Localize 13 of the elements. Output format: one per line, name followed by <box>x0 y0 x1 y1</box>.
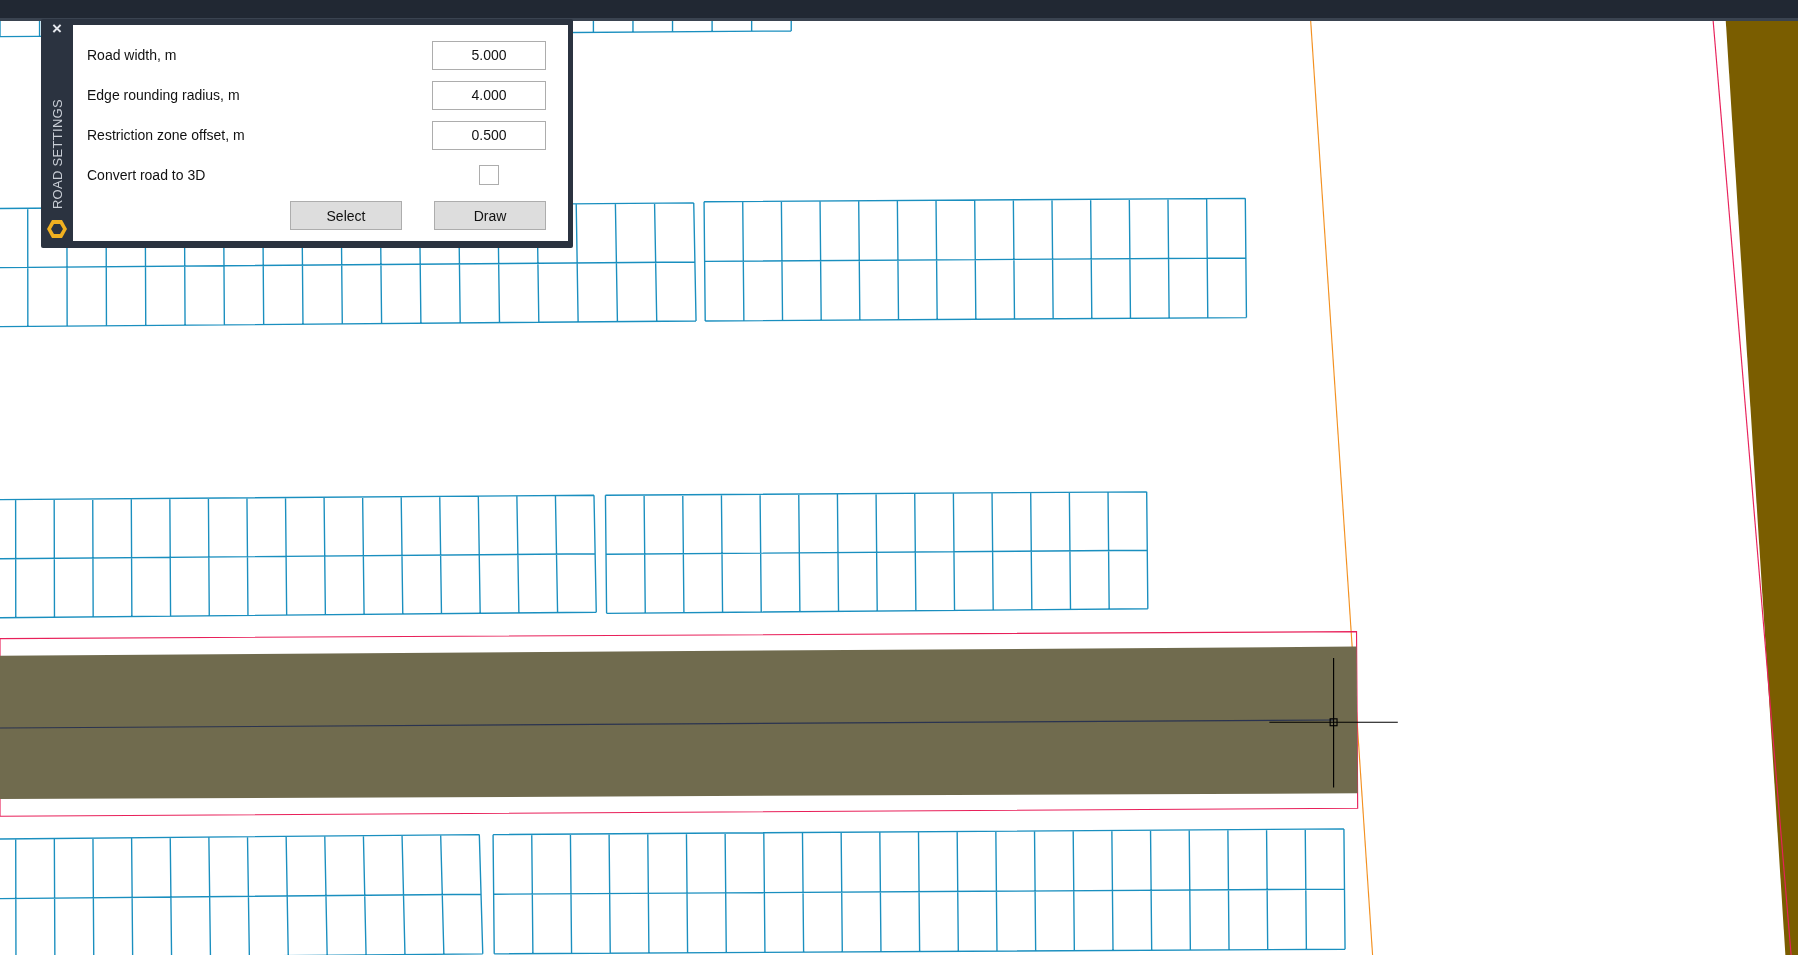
field-label: Road width, m <box>87 47 177 63</box>
logo-icon <box>46 219 68 239</box>
action-button[interactable]: Draw <box>434 201 546 230</box>
action-button[interactable]: Select <box>290 201 402 230</box>
close-button[interactable]: × <box>52 21 62 37</box>
number-field[interactable]: 5.000 <box>432 40 546 70</box>
panel-title: ROAD SETTINGS <box>49 98 65 209</box>
field-label: Convert road to 3D <box>87 167 206 183</box>
field-label: Restriction zone offset, m <box>87 127 245 143</box>
number-field[interactable]: 0.500 <box>432 120 546 150</box>
checkbox[interactable] <box>479 165 499 185</box>
field-label: Edge rounding radius, m <box>87 87 240 103</box>
number-field[interactable]: 4.000 <box>432 80 546 110</box>
